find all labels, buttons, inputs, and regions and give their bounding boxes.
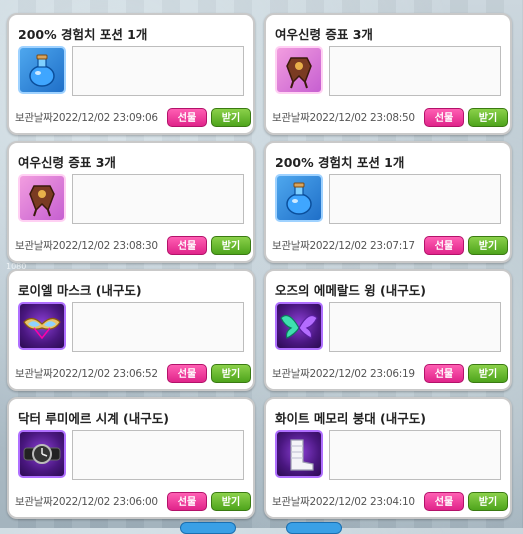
item-title: 화이트 메모리 붕대 (내구도) — [275, 411, 426, 426]
stored-date: 보관날짜2022/12/02 23:07:17 — [272, 240, 415, 252]
message-box — [329, 46, 501, 96]
item-card: 오즈의 에메랄드 윙 (내구도) 보관날짜2022/12/02 23:06:19… — [264, 269, 512, 391]
gift-button[interactable]: 선물 — [424, 108, 464, 127]
gift-button[interactable]: 선물 — [167, 108, 207, 127]
stored-date: 보관날짜2022/12/02 23:04:10 — [272, 496, 415, 508]
item-card: 여우신령 증표 3개 보관날짜2022/12/02 23:08:50 선물 받기 — [264, 13, 512, 135]
item-card: 로이엘 마스크 (내구도) 보관날짜2022/12/02 23:06:52 선물… — [7, 269, 255, 391]
message-box — [329, 430, 501, 480]
fox-token-icon — [275, 46, 323, 94]
receive-button[interactable]: 받기 — [211, 492, 251, 511]
fox-token-icon — [18, 174, 66, 222]
gift-button[interactable]: 선물 — [424, 236, 464, 255]
bandage-icon — [275, 430, 323, 478]
item-title: 오즈의 에메랄드 윙 (내구도) — [275, 283, 426, 298]
receive-button[interactable]: 받기 — [468, 364, 508, 383]
receive-button[interactable]: 받기 — [468, 108, 508, 127]
receive-button[interactable]: 받기 — [211, 236, 251, 255]
item-card: 화이트 메모리 붕대 (내구도) 보관날짜2022/12/02 23:04:10… — [264, 397, 512, 519]
stored-date: 보관날짜2022/12/02 23:06:52 — [15, 368, 158, 380]
item-title: 200% 경험치 포션 1개 — [275, 155, 405, 170]
item-title: 로이엘 마스크 (내구도) — [18, 283, 142, 298]
message-box — [72, 46, 244, 96]
page-next-button[interactable] — [286, 522, 342, 534]
stored-date: 보관날짜2022/12/02 23:09:06 — [15, 112, 158, 124]
stored-date: 보관날짜2022/12/02 23:06:00 — [15, 496, 158, 508]
gift-button[interactable]: 선물 — [424, 492, 464, 511]
gift-button[interactable]: 선물 — [167, 492, 207, 511]
page-prev-button[interactable] — [180, 522, 236, 534]
stored-date: 보관날짜2022/12/02 23:08:50 — [272, 112, 415, 124]
message-box — [329, 174, 501, 224]
stored-date: 보관날짜2022/12/02 23:08:30 — [15, 240, 158, 252]
potion-icon — [18, 46, 66, 94]
message-box — [72, 174, 244, 224]
stored-date: 보관날짜2022/12/02 23:06:19 — [272, 368, 415, 380]
item-title: 여우신령 증표 3개 — [18, 155, 116, 170]
potion-icon — [275, 174, 323, 222]
gift-button[interactable]: 선물 — [424, 364, 464, 383]
emerald-wing-icon — [275, 302, 323, 350]
message-box — [329, 302, 501, 352]
item-card: 여우신령 증표 3개 보관날짜2022/12/02 23:08:30 선물 받기 — [7, 141, 255, 263]
gift-button[interactable]: 선물 — [167, 236, 207, 255]
watch-icon — [18, 430, 66, 478]
receive-button[interactable]: 받기 — [468, 492, 508, 511]
receive-button[interactable]: 받기 — [211, 108, 251, 127]
message-box — [72, 430, 244, 480]
mask-icon — [18, 302, 66, 350]
item-title: 200% 경험치 포션 1개 — [18, 27, 148, 42]
item-card: 닥터 루미에르 시계 (내구도) 보관날짜2022/12/02 23:06:00… — [7, 397, 255, 519]
message-box — [72, 302, 244, 352]
gift-button[interactable]: 선물 — [167, 364, 207, 383]
receive-button[interactable]: 받기 — [468, 236, 508, 255]
item-card: 200% 경험치 포션 1개 보관날짜2022/12/02 23:09:06 선… — [7, 13, 255, 135]
item-title: 닥터 루미에르 시계 (내구도) — [18, 411, 169, 426]
item-card: 200% 경험치 포션 1개 보관날짜2022/12/02 23:07:17 선… — [264, 141, 512, 263]
item-title: 여우신령 증표 3개 — [275, 27, 373, 42]
receive-button[interactable]: 받기 — [211, 364, 251, 383]
